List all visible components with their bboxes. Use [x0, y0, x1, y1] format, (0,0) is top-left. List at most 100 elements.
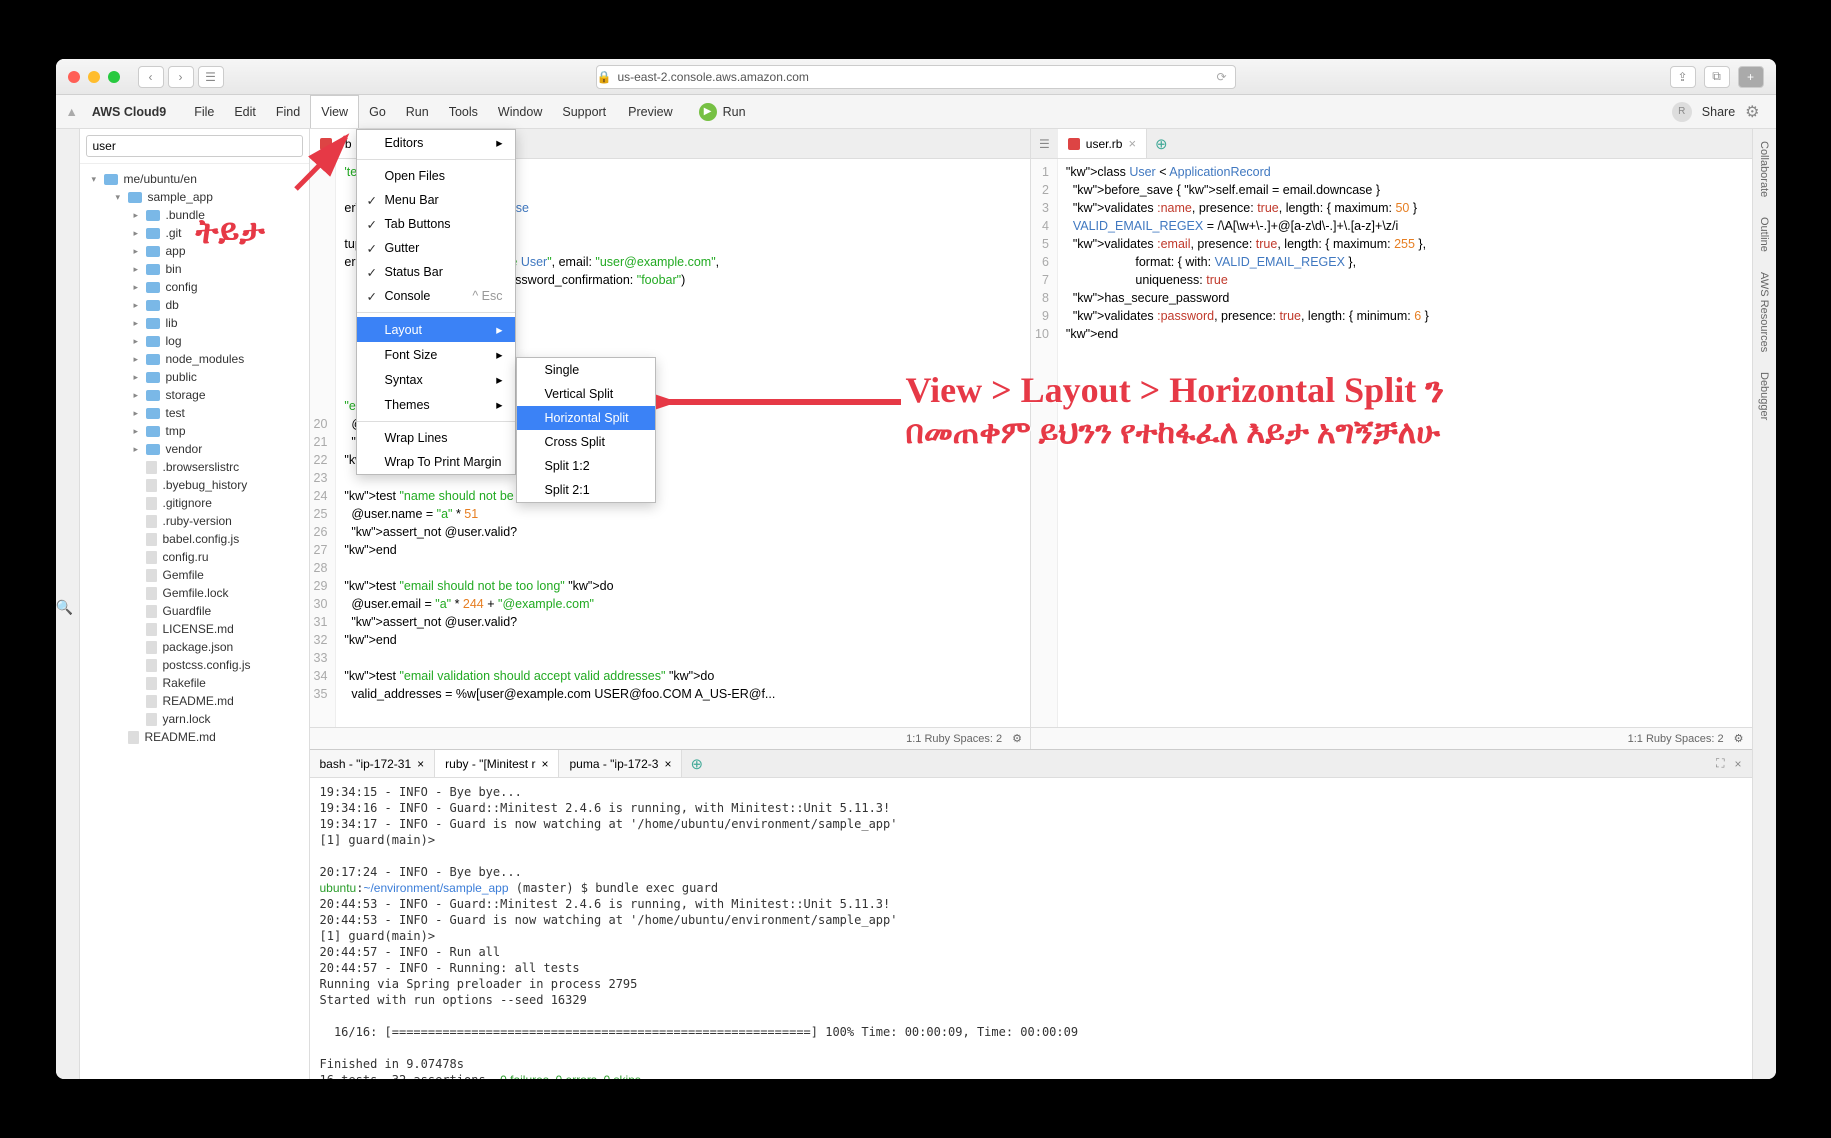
menu-item-console[interactable]: Console^ Esc	[357, 284, 515, 308]
pane-menu-icon[interactable]: ☰	[1031, 137, 1058, 151]
tree-folder[interactable]: ▸config	[80, 278, 309, 296]
run-button[interactable]: ▶ Run	[685, 103, 760, 121]
submenu-single[interactable]: Single	[517, 358, 655, 382]
menu-go[interactable]: Go	[359, 95, 396, 128]
tree-folder[interactable]: ▸tmp	[80, 422, 309, 440]
tree-file[interactable]: .ruby-version	[80, 512, 309, 530]
url-bar[interactable]: 🔒 us-east-2.console.aws.amazon.com ⟳	[596, 65, 1236, 89]
submenu-cross-split[interactable]: Cross Split	[517, 430, 655, 454]
menu-window[interactable]: Window	[488, 95, 552, 128]
tree-file[interactable]: README.md	[80, 728, 309, 746]
folder-icon	[146, 264, 160, 275]
tree-folder[interactable]: ▸test	[80, 404, 309, 422]
tree-folder[interactable]: ▸bin	[80, 260, 309, 278]
back-button[interactable]: ‹	[138, 66, 164, 88]
tree-file[interactable]: .gitignore	[80, 494, 309, 512]
debugger-tab[interactable]: Debugger	[1758, 372, 1770, 420]
menu-item-tab-buttons[interactable]: Tab Buttons	[357, 212, 515, 236]
outline-tab[interactable]: Outline	[1758, 217, 1770, 252]
menu-item-menu-bar[interactable]: Menu Bar	[357, 188, 515, 212]
tree-file[interactable]: postcss.config.js	[80, 656, 309, 674]
close-panel-icon[interactable]: ×	[1734, 757, 1751, 771]
tree-file[interactable]: yarn.lock	[80, 710, 309, 728]
minimize-window-button[interactable]	[88, 71, 100, 83]
tree-folder[interactable]: ▾sample_app	[80, 188, 309, 206]
tree-file[interactable]: README.md	[80, 692, 309, 710]
menu-support[interactable]: Support	[552, 95, 616, 128]
menu-item-wrap-lines[interactable]: Wrap Lines	[357, 426, 515, 450]
tree-file[interactable]: Gemfile	[80, 566, 309, 584]
gear-icon[interactable]: ⚙	[1012, 732, 1022, 745]
sidebar-toggle-button[interactable]: ☰	[198, 66, 224, 88]
tree-file[interactable]: package.json	[80, 638, 309, 656]
submenu-horizontal-split[interactable]: Horizontal Split	[517, 406, 655, 430]
search-input[interactable]	[86, 135, 303, 157]
aws-resources-tab[interactable]: AWS Resources	[1758, 272, 1770, 352]
brand-label: AWS Cloud9	[86, 105, 172, 119]
tree-folder[interactable]: ▸app	[80, 242, 309, 260]
tree-file[interactable]: .byebug_history	[80, 476, 309, 494]
new-tab-plus-icon[interactable]: ⊕	[1147, 135, 1176, 153]
maximize-window-button[interactable]	[108, 71, 120, 83]
tree-folder[interactable]: ▸lib	[80, 314, 309, 332]
close-window-button[interactable]	[68, 71, 80, 83]
avatar[interactable]: R	[1672, 102, 1692, 122]
close-tab-icon[interactable]: ×	[1128, 136, 1136, 151]
menu-run[interactable]: Run	[396, 95, 439, 128]
tree-folder[interactable]: ▸public	[80, 368, 309, 386]
gear-icon[interactable]: ⚙	[1745, 102, 1759, 122]
close-icon[interactable]: ×	[664, 757, 671, 771]
new-tab-button[interactable]: +	[1738, 66, 1764, 88]
menu-item-font-size[interactable]: Font Size▸	[357, 342, 515, 367]
tabs-overview-button[interactable]: ⧉	[1704, 66, 1730, 88]
close-icon[interactable]: ×	[541, 757, 548, 771]
menu-item-editors[interactable]: Editors▸	[357, 130, 515, 155]
menu-find[interactable]: Find	[266, 95, 310, 128]
submenu-split-2-1[interactable]: Split 2:1	[517, 478, 655, 502]
tree-folder[interactable]: ▾me/ubuntu/en	[80, 170, 309, 188]
terminal-tab[interactable]: bash - "ip-172-31×	[310, 750, 436, 777]
search-icon[interactable]: 🔍	[56, 599, 73, 616]
submenu-split-1-2[interactable]: Split 1:2	[517, 454, 655, 478]
terminal-tab[interactable]: ruby - "[Minitest r×	[435, 750, 559, 777]
editor-tab-right[interactable]: user.rb ×	[1058, 129, 1147, 158]
menu-item-open-files[interactable]: Open Files	[357, 164, 515, 188]
new-terminal-plus-icon[interactable]: ⊕	[682, 755, 711, 773]
close-icon[interactable]: ×	[417, 757, 424, 771]
tree-file[interactable]: .browserslistrc	[80, 458, 309, 476]
terminal-output[interactable]: 19:34:15 - INFO - Bye bye... 19:34:16 - …	[310, 778, 1752, 1079]
tree-file[interactable]: babel.config.js	[80, 530, 309, 548]
collaborate-tab[interactable]: Collaborate	[1758, 141, 1770, 197]
menu-item-gutter[interactable]: Gutter	[357, 236, 515, 260]
share-button[interactable]: Share	[1702, 105, 1735, 119]
tree-folder[interactable]: ▸vendor	[80, 440, 309, 458]
tree-file[interactable]: Rakefile	[80, 674, 309, 692]
tree-file[interactable]: config.ru	[80, 548, 309, 566]
forward-button[interactable]: ›	[168, 66, 194, 88]
menu-tools[interactable]: Tools	[439, 95, 488, 128]
tree-file[interactable]: Gemfile.lock	[80, 584, 309, 602]
menu-item-syntax[interactable]: Syntax▸	[357, 367, 515, 392]
menu-item-status-bar[interactable]: Status Bar	[357, 260, 515, 284]
maximize-panel-icon[interactable]: ⛶	[1706, 756, 1734, 771]
tree-folder[interactable]: ▸log	[80, 332, 309, 350]
menu-edit[interactable]: Edit	[224, 95, 266, 128]
tree-file[interactable]: LICENSE.md	[80, 620, 309, 638]
menu-item-themes[interactable]: Themes▸	[357, 392, 515, 417]
preview-button[interactable]: Preview	[616, 105, 684, 119]
tree-folder[interactable]: ▸node_modules	[80, 350, 309, 368]
tree-folder[interactable]: ▸.bundle	[80, 206, 309, 224]
tree-folder[interactable]: ▸.git	[80, 224, 309, 242]
reload-icon[interactable]: ⟳	[1216, 70, 1234, 84]
menu-file[interactable]: File	[184, 95, 224, 128]
share-sheet-button[interactable]: ⇪	[1670, 66, 1696, 88]
menu-item-layout[interactable]: Layout▸	[357, 317, 515, 342]
menu-item-wrap-margin[interactable]: Wrap To Print Margin	[357, 450, 515, 474]
submenu-vertical-split[interactable]: Vertical Split	[517, 382, 655, 406]
tree-folder[interactable]: ▸storage	[80, 386, 309, 404]
menu-view[interactable]: View	[310, 95, 359, 128]
tree-file[interactable]: Guardfile	[80, 602, 309, 620]
terminal-tab[interactable]: puma - "ip-172-3×	[559, 750, 682, 777]
tree-folder[interactable]: ▸db	[80, 296, 309, 314]
gear-icon[interactable]: ⚙	[1734, 732, 1744, 745]
